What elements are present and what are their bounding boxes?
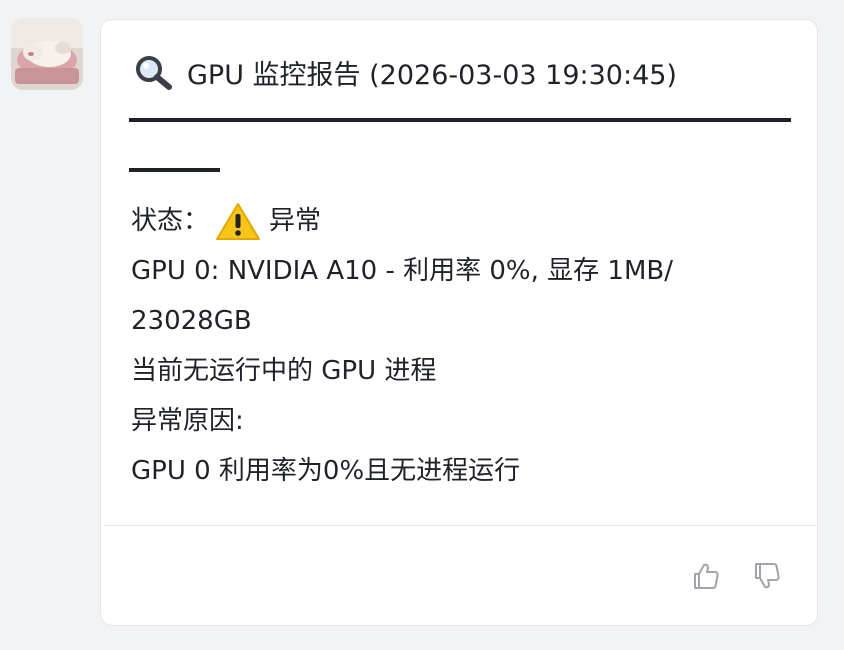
- message-card: GPU 监控报告 (2026-03-03 19:30:45) 状态： 异常 GP…: [100, 19, 818, 626]
- warning-icon: [216, 203, 261, 240]
- reason-label: 异常原因:: [131, 406, 244, 436]
- magnifying-glass-icon: [136, 56, 172, 90]
- status-row: 状态： 异常: [131, 196, 771, 246]
- status-value: 异常: [269, 206, 322, 236]
- thumbs-up-icon: [694, 563, 719, 589]
- process-info-line: 当前无运行中的 GPU 进程: [131, 356, 437, 386]
- dislike-button[interactable]: [751, 560, 783, 592]
- avatar[interactable]: [11, 18, 83, 90]
- gpu-info-line: GPU 0: NVIDIA A10 - 利用率 0%, 显存 1MB/: [131, 256, 673, 286]
- report-title: GPU 监控报告 (2026-03-03 19:30:45): [131, 54, 677, 91]
- status-label: 状态：: [131, 206, 210, 236]
- thumbs-down-icon: [755, 563, 780, 589]
- avatar-image: [11, 18, 83, 90]
- report-body: 状态： 异常 GPU 0: NVIDIA A10 - 利用率 0%, 显存 1M…: [131, 196, 771, 496]
- report-title-text: GPU 监控报告 (2026-03-03 19:30:45): [187, 59, 677, 91]
- title-underline-tail: [129, 168, 220, 172]
- reason-text: GPU 0 利用率为0%且无进程运行: [131, 456, 521, 486]
- title-underline: [129, 118, 791, 122]
- footer-divider: [104, 525, 816, 526]
- gpu-info-line-continued: 23028GB: [131, 306, 252, 336]
- like-button[interactable]: [690, 560, 722, 592]
